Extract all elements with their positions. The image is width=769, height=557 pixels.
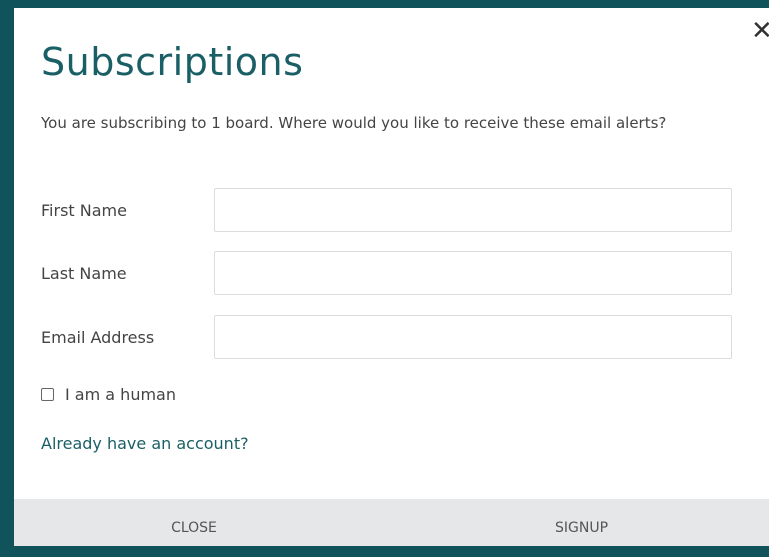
signup-button[interactable]: SIGNUP [394,499,769,546]
human-checkbox[interactable] [41,387,54,401]
first-name-label: First Name [41,201,127,220]
first-name-row: First Name [41,188,734,234]
first-name-input[interactable] [214,188,732,232]
close-icon[interactable]: ✕ [751,18,769,44]
human-checkbox-label[interactable]: I am a human [65,385,176,404]
dialog-footer: CLOSE SIGNUP [14,499,769,546]
human-check: I am a human [41,384,176,404]
dialog-title: Subscriptions [41,40,304,84]
close-button[interactable]: CLOSE [14,499,374,546]
already-have-account-link[interactable]: Already have an account? [41,434,249,453]
last-name-row: Last Name [41,251,734,297]
last-name-label: Last Name [41,264,127,283]
intro-text: You are subscribing to 1 board. Where wo… [41,114,667,132]
email-row: Email Address [41,315,734,361]
email-label: Email Address [41,328,155,347]
email-input[interactable] [214,315,732,359]
subscriptions-dialog: ✕ Subscriptions You are subscribing to 1… [14,8,769,546]
last-name-input[interactable] [214,251,732,295]
